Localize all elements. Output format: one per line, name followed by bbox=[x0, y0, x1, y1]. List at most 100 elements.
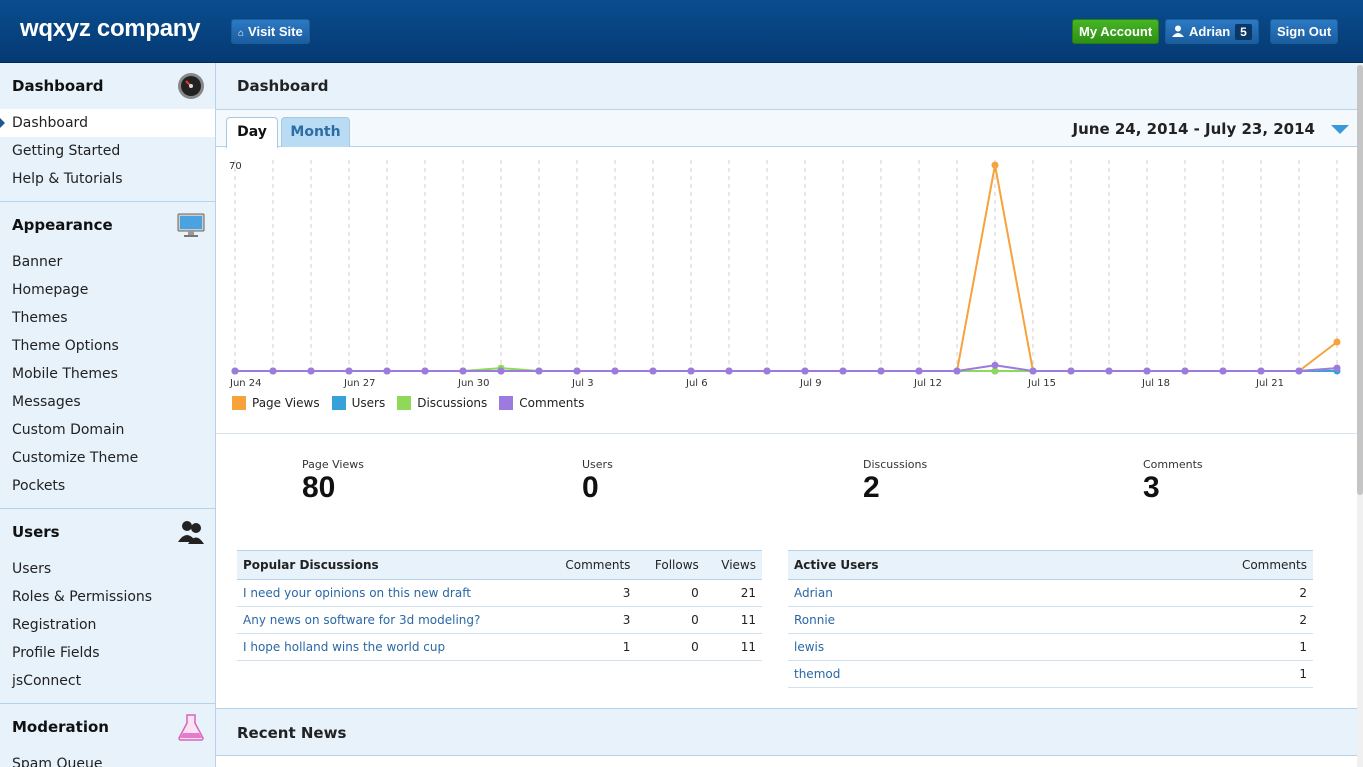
data-point bbox=[915, 367, 923, 375]
data-point bbox=[725, 367, 733, 375]
sidebar-item-jsconnect[interactable]: jsConnect bbox=[0, 667, 215, 695]
my-account-button[interactable]: My Account bbox=[1072, 19, 1160, 44]
data-point bbox=[307, 367, 315, 375]
table-row: I need your opinions on this new draft 3… bbox=[237, 579, 762, 607]
data-point bbox=[991, 361, 999, 369]
data-point bbox=[535, 367, 543, 375]
user-menu-button[interactable]: Adrian 5 bbox=[1165, 19, 1259, 44]
sidebar-heading-users[interactable]: Users bbox=[0, 509, 215, 555]
chart-legend: Page Views Users Discussions Comments bbox=[232, 396, 596, 414]
user-icon bbox=[1172, 25, 1184, 37]
sidebar-section-users: Users Users Roles & Permissions Registra… bbox=[0, 509, 215, 704]
sidebar-item-getting-started[interactable]: Getting Started bbox=[0, 137, 215, 165]
data-point bbox=[1067, 367, 1075, 375]
stat-comments: Comments 3 bbox=[1143, 458, 1203, 505]
legend-swatch bbox=[397, 396, 412, 410]
data-point bbox=[269, 367, 277, 375]
main-content: Dashboard Day Month June 24, 2014 - July… bbox=[216, 63, 1357, 767]
legend-item: Users bbox=[331, 396, 385, 410]
sidebar-item-mobile-themes[interactable]: Mobile Themes bbox=[0, 360, 215, 388]
stat-label: Page Views bbox=[302, 458, 364, 471]
discussion-link[interactable]: I hope holland wins the world cup bbox=[237, 633, 543, 661]
data-point bbox=[839, 367, 847, 375]
table-header-row: Active Users Comments bbox=[788, 550, 1313, 580]
user-link[interactable]: Adrian bbox=[788, 579, 1080, 607]
sidebar-item-customize-theme[interactable]: Customize Theme bbox=[0, 444, 215, 472]
data-point bbox=[1257, 367, 1265, 375]
popular-discussions-table: Popular Discussions Comments Follows Vie… bbox=[237, 550, 762, 661]
sidebar-item-custom-domain[interactable]: Custom Domain bbox=[0, 416, 215, 444]
x-tick-label: Jul 12 bbox=[913, 378, 942, 388]
sidebar-item-dashboard[interactable]: Dashboard bbox=[0, 109, 215, 137]
stat-label: Comments bbox=[1143, 458, 1203, 471]
sidebar-heading-label: Users bbox=[12, 523, 60, 541]
series-line bbox=[235, 164, 1338, 372]
data-point bbox=[1143, 367, 1151, 375]
legend-label: Discussions bbox=[417, 396, 488, 410]
sidebar-item-help-tutorials[interactable]: Help & Tutorials bbox=[0, 165, 215, 193]
column-header: Active Users bbox=[788, 550, 1080, 580]
site-brand[interactable]: wqxyz company bbox=[20, 15, 200, 43]
sidebar-section-appearance: Appearance Banner Homepage Themes Theme … bbox=[0, 202, 215, 509]
tab-month[interactable]: Month bbox=[281, 117, 350, 147]
sidebar-item-theme-options[interactable]: Theme Options bbox=[0, 332, 215, 360]
data-point bbox=[687, 367, 695, 375]
x-tick-label: Jul 3 bbox=[571, 378, 594, 388]
sign-out-button[interactable]: Sign Out bbox=[1270, 19, 1339, 44]
visit-site-button[interactable]: ⌂ Visit Site bbox=[231, 19, 310, 44]
legend-label: Comments bbox=[519, 396, 585, 410]
stat-label: Users bbox=[582, 458, 613, 471]
sidebar-item-banner[interactable]: Banner bbox=[0, 248, 215, 276]
sidebar-item-homepage[interactable]: Homepage bbox=[0, 276, 215, 304]
sidebar-item-registration[interactable]: Registration bbox=[0, 611, 215, 639]
chevron-down-icon[interactable] bbox=[1331, 125, 1349, 134]
sidebar-item-spam-queue[interactable]: Spam Queue bbox=[0, 750, 215, 767]
tabs-bar: Day Month June 24, 2014 - July 23, 2014 bbox=[216, 110, 1357, 148]
sidebar-item-messages[interactable]: Messages bbox=[0, 388, 215, 416]
table-row: Ronnie 2 bbox=[788, 606, 1313, 634]
follows-count: 0 bbox=[636, 606, 705, 634]
date-range-label[interactable]: June 24, 2014 - July 23, 2014 bbox=[1073, 120, 1316, 138]
x-tick-label: Jul 18 bbox=[1141, 378, 1170, 388]
user-link[interactable]: Ronnie bbox=[788, 606, 1080, 634]
user-link[interactable]: lewis bbox=[788, 633, 1080, 661]
speedometer-icon bbox=[178, 73, 204, 99]
stat-page-views: Page Views 80 bbox=[302, 458, 364, 505]
scrollbar[interactable] bbox=[1357, 63, 1363, 767]
data-point bbox=[877, 367, 885, 375]
monitor-icon bbox=[177, 213, 205, 237]
tab-day[interactable]: Day bbox=[226, 117, 278, 148]
scrollbar-thumb[interactable] bbox=[1357, 65, 1363, 495]
legend-item: Discussions bbox=[397, 396, 487, 410]
sidebar-heading-label: Moderation bbox=[12, 718, 109, 736]
sidebar-item-themes[interactable]: Themes bbox=[0, 304, 215, 332]
stat-label: Discussions bbox=[863, 458, 928, 471]
sidebar-item-roles-permissions[interactable]: Roles & Permissions bbox=[0, 583, 215, 611]
data-point bbox=[421, 367, 429, 375]
follows-count: 0 bbox=[636, 633, 705, 661]
sidebar-item-profile-fields[interactable]: Profile Fields bbox=[0, 639, 215, 667]
sidebar-heading-dashboard[interactable]: Dashboard bbox=[0, 63, 215, 109]
comments-count: 3 bbox=[542, 579, 637, 607]
data-point bbox=[953, 367, 961, 375]
column-header: Popular Discussions bbox=[237, 550, 543, 580]
discussion-link[interactable]: Any news on software for 3d modeling? bbox=[237, 606, 543, 634]
activity-chart: 70 Jun 24 Jun 27 Jun 30 Jul 3 Jul 6 Jul 9 Jul 1… bbox=[229, 160, 1341, 388]
user-link[interactable]: themod bbox=[788, 660, 1080, 688]
page-title: Dashboard bbox=[216, 63, 1357, 110]
y-tick-label: 70 bbox=[229, 161, 242, 172]
x-tick-label: Jun 27 bbox=[343, 378, 376, 388]
sidebar-heading-appearance[interactable]: Appearance bbox=[0, 202, 215, 248]
data-point bbox=[1029, 367, 1037, 375]
sidebar-section-dashboard: Dashboard Dashboard Getting Started Help… bbox=[0, 63, 215, 202]
data-point bbox=[1295, 367, 1303, 375]
data-point bbox=[991, 161, 999, 169]
x-tick-label: Jun 30 bbox=[457, 378, 490, 388]
comments-count: 2 bbox=[1079, 606, 1313, 634]
sidebar-item-users[interactable]: Users bbox=[0, 555, 215, 583]
sidebar-heading-moderation[interactable]: Moderation bbox=[0, 704, 215, 750]
discussion-link[interactable]: I need your opinions on this new draft bbox=[237, 579, 543, 607]
comments-count: 1 bbox=[1079, 660, 1313, 688]
table-row: Any news on software for 3d modeling? 3 … bbox=[237, 606, 762, 634]
sidebar-item-pockets[interactable]: Pockets bbox=[0, 472, 215, 500]
